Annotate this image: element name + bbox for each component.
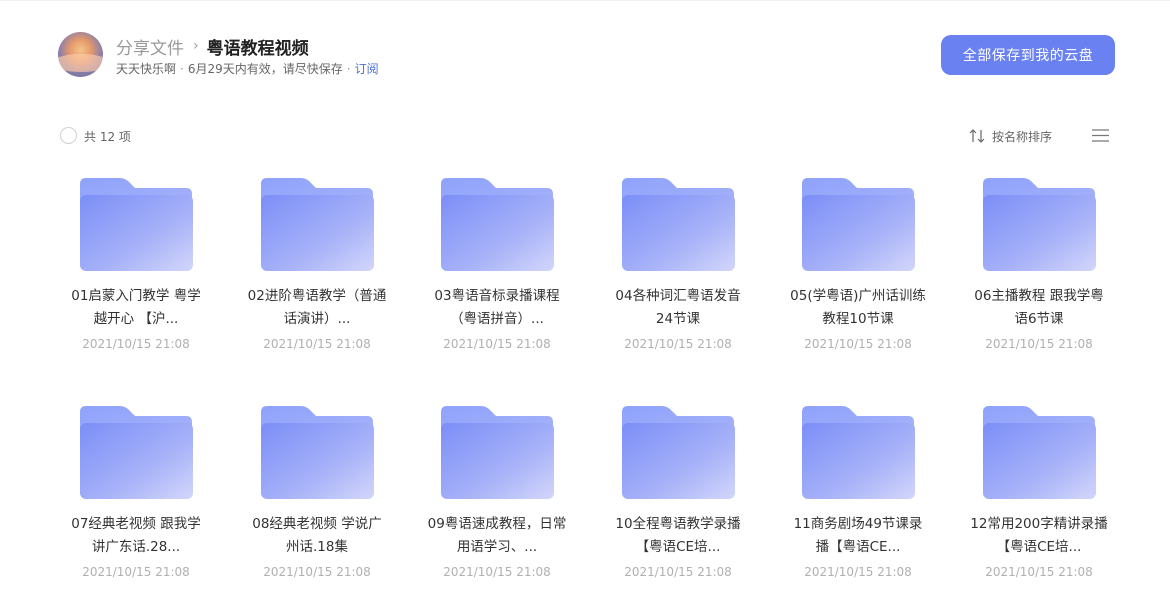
file-name: 05(学粤语)广州话训练教程10节课	[790, 288, 926, 327]
folder-icon	[622, 178, 735, 271]
file-date: 2021/10/15 21:08	[804, 337, 912, 351]
file-name: 11商务剧场49节课录播【粤语CE...	[793, 516, 923, 555]
file-date: 2021/10/15 21:08	[985, 337, 1093, 351]
item-count: 共 12 项	[84, 130, 131, 144]
meta-dot: ·	[180, 62, 184, 76]
subscribe-link[interactable]: 订阅	[355, 62, 379, 76]
file-item[interactable]: 09粤语速成教程，日常用语学习、... 2021/10/15 21:08	[419, 400, 575, 600]
folder-icon	[261, 178, 374, 271]
file-item[interactable]: 10全程粤语教学录播【粤语CE培... 2021/10/15 21:08	[600, 400, 756, 600]
breadcrumb-separator: ›	[193, 38, 199, 54]
file-date: 2021/10/15 21:08	[82, 337, 190, 351]
file-item[interactable]: 02进阶粤语教学（普通话演讲）... 2021/10/15 21:08	[239, 172, 395, 372]
file-name: 12常用200字精讲录播【粤语CE培...	[970, 516, 1108, 555]
file-item[interactable]: 07经典老视频 跟我学讲广东话.28... 2021/10/15 21:08	[58, 400, 214, 600]
breadcrumb-root[interactable]: 分享文件	[116, 34, 184, 59]
top-divider	[0, 0, 1170, 1]
folder-icon	[802, 406, 915, 499]
file-item[interactable]: 11商务剧场49节课录播【粤语CE... 2021/10/15 21:08	[780, 400, 936, 600]
file-name: 09粤语速成教程，日常用语学习、...	[427, 516, 567, 555]
file-date: 2021/10/15 21:08	[624, 337, 732, 351]
save-all-button[interactable]: 全部保存到我的云盘	[941, 35, 1115, 75]
file-date: 2021/10/15 21:08	[985, 565, 1093, 579]
folder-icon	[80, 178, 193, 271]
avatar[interactable]	[58, 32, 103, 77]
file-name: 03粤语音标录播课程（粤语拼音）...	[434, 288, 560, 327]
breadcrumb: 分享文件 › 粤语教程视频	[116, 34, 309, 59]
folder-icon	[441, 406, 554, 499]
sort-label: 按名称排序	[992, 129, 1053, 144]
file-date: 2021/10/15 21:08	[443, 337, 551, 351]
file-name: 04各种词汇粤语发音 24节课	[615, 288, 741, 327]
file-name: 06主播教程 跟我学粤语6节课	[974, 288, 1104, 327]
file-name: 07经典老视频 跟我学讲广东话.28...	[71, 516, 201, 555]
file-name: 10全程粤语教学录播【粤语CE培...	[615, 516, 741, 555]
folder-icon	[261, 406, 374, 499]
file-item[interactable]: 04各种词汇粤语发音 24节课 2021/10/15 21:08	[600, 172, 756, 372]
share-meta: 天天快乐啊 · 6月29天内有效，请尽快保存 · 订阅	[116, 60, 379, 77]
list-toolbar: 共 12 项 按名称排序	[58, 126, 1110, 146]
file-item[interactable]: 03粤语音标录播课程（粤语拼音）... 2021/10/15 21:08	[419, 172, 575, 372]
owner-name: 天天快乐啊	[116, 62, 177, 76]
avatar-cloud	[58, 54, 103, 72]
folder-icon	[983, 178, 1096, 271]
sort-button[interactable]: 按名称排序	[969, 126, 1052, 146]
sort-arrows-icon	[969, 129, 985, 143]
file-date: 2021/10/15 21:08	[804, 565, 912, 579]
expiry-text: 6月29天内有效，请尽快保存	[187, 62, 343, 76]
folder-icon	[80, 406, 193, 499]
list-view-icon[interactable]	[1092, 129, 1109, 142]
folder-icon	[802, 178, 915, 271]
file-item[interactable]: 12常用200字精讲录播【粤语CE培... 2021/10/15 21:08	[961, 400, 1117, 600]
folder-icon	[441, 178, 554, 271]
file-item[interactable]: 08经典老视频 学说广州话.18集 2021/10/15 21:08	[239, 400, 395, 600]
file-date: 2021/10/15 21:08	[82, 565, 190, 579]
select-all-checkbox[interactable]	[60, 127, 77, 144]
folder-icon	[622, 406, 735, 499]
file-date: 2021/10/15 21:08	[624, 565, 732, 579]
file-item[interactable]: 01启蒙入门教学 粤学越开心 【沪... 2021/10/15 21:08	[58, 172, 214, 372]
folder-icon	[983, 406, 1096, 499]
file-name: 08经典老视频 学说广州话.18集	[252, 516, 382, 555]
file-date: 2021/10/15 21:08	[263, 565, 371, 579]
file-name: 01启蒙入门教学 粤学越开心 【沪...	[71, 288, 201, 327]
file-name: 02进阶粤语教学（普通话演讲）...	[247, 288, 387, 327]
file-item[interactable]: 05(学粤语)广州话训练教程10节课 2021/10/15 21:08	[780, 172, 936, 372]
meta-dot: ·	[346, 62, 351, 76]
file-date: 2021/10/15 21:08	[263, 337, 371, 351]
file-item[interactable]: 06主播教程 跟我学粤语6节课 2021/10/15 21:08	[961, 172, 1117, 372]
file-date: 2021/10/15 21:08	[443, 565, 551, 579]
page-title: 粤语教程视频	[206, 38, 309, 59]
